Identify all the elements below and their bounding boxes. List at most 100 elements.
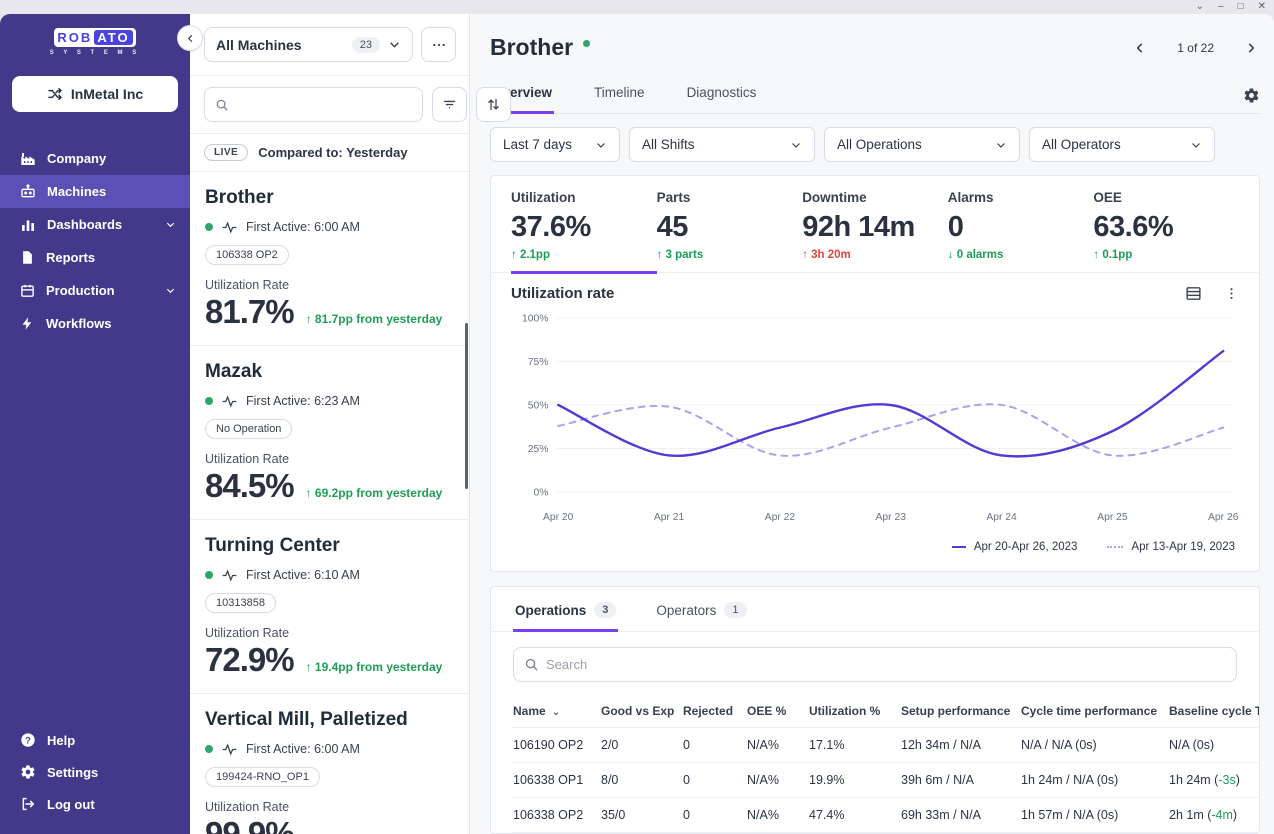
settings-gear-button[interactable]: [1243, 87, 1260, 113]
col-cycle-time-performance[interactable]: Cycle time performance: [1021, 695, 1169, 728]
shifts-value: All Shifts: [642, 137, 695, 152]
shifts-select[interactable]: All Shifts: [629, 127, 815, 162]
machine-card-turning-center[interactable]: Turning Center First Active: 6:10 AM 103…: [190, 520, 469, 694]
machine-list: Brother First Active: 6:00 AM 106338 OP2…: [190, 172, 469, 834]
table-row[interactable]: 106190 OP2 2/0 0 N/A% 17.1% 12h 34m / N/A N…: [513, 727, 1259, 763]
sidebar-item-company[interactable]: Company: [0, 142, 190, 175]
chevron-down-icon: [997, 142, 1005, 148]
kpi-downtime[interactable]: Downtime 92h 14m ↑ 3h 20m: [802, 176, 948, 274]
col-baseline-cycle-time[interactable]: Baseline cycle Time: [1169, 695, 1259, 728]
kpi-delta: ↑ 3 parts: [656, 249, 704, 261]
kpi-oee[interactable]: OEE 63.6% ↑ 0.1pp: [1093, 176, 1239, 274]
machine-card-mazak[interactable]: Mazak First Active: 6:23 AM No Operation…: [190, 346, 469, 520]
col-oee[interactable]: OEE %: [747, 695, 809, 728]
status-dot: [205, 745, 213, 753]
kpi-value: 0: [947, 211, 964, 243]
col-good-vs-exp[interactable]: Good vs Exp: [601, 695, 683, 728]
tab-operations[interactable]: Operations 3: [513, 587, 619, 632]
machine-list-more-button[interactable]: [421, 27, 456, 62]
robot-icon: [21, 183, 35, 197]
operation-tag: 106338 OP2: [205, 245, 289, 265]
date-range-select[interactable]: Last 7 days: [490, 127, 620, 162]
sidebar-item-label: Help: [47, 732, 76, 748]
window-maximize-button[interactable]: □: [1238, 2, 1244, 12]
tab-operators[interactable]: Operators 1: [654, 587, 748, 632]
activity-icon: [222, 568, 237, 582]
chevron-down-icon: [166, 288, 175, 294]
switch-icon: [48, 87, 62, 101]
sidebar-item-production[interactable]: Production: [0, 274, 190, 307]
sidebar-item-label: Settings: [47, 764, 99, 780]
operations-select[interactable]: All Operations: [824, 127, 1020, 162]
operations-value: All Operations: [837, 137, 922, 152]
kpi-row: Utilization 37.6% ↑ 2.1pp Parts 45 ↑ 3 p…: [491, 176, 1259, 274]
col-rejected[interactable]: Rejected: [683, 695, 747, 728]
kpi-label: Parts: [656, 190, 691, 205]
operations-search-input[interactable]: [546, 657, 1226, 672]
col-utilization[interactable]: Utilization %: [809, 695, 901, 728]
panel-collapse-button[interactable]: [177, 25, 203, 51]
chevron-down-icon: [792, 142, 800, 148]
first-active-text: First Active: 6:00 AM: [246, 742, 360, 756]
sidebar-item-workflows[interactable]: Workflows: [0, 307, 190, 340]
sidebar-item-help[interactable]: ? Help: [0, 724, 190, 756]
dashed-line-marker: [1107, 546, 1124, 548]
org-switcher-button[interactable]: InMetal Inc: [12, 76, 178, 112]
sidebar-item-settings[interactable]: Settings: [0, 756, 190, 788]
sidebar-item-logout[interactable]: Log out: [0, 788, 190, 820]
bar-chart-icon: [22, 219, 34, 231]
page-title: Brother: [490, 34, 574, 60]
table-row[interactable]: 106338 OP1 8/0 0 N/A% 19.9% 39h 6m / N/A 1h…: [513, 762, 1259, 798]
sort-button[interactable]: [476, 87, 511, 122]
table-icon: [1186, 287, 1201, 300]
operators-select[interactable]: All Operators: [1029, 127, 1215, 162]
baseline-delta: 0s: [1196, 738, 1210, 752]
chevron-left-icon: [1136, 42, 1143, 53]
next-machine-button[interactable]: [1242, 39, 1260, 57]
chevron-down-icon: [166, 222, 175, 228]
date-range-value: Last 7 days: [503, 137, 573, 152]
factory-icon: [21, 152, 35, 165]
legend-previous-week[interactable]: Apr 13-Apr 19, 2023: [1107, 541, 1235, 553]
machine-card-brother[interactable]: Brother First Active: 6:00 AM 106338 OP2…: [190, 172, 469, 346]
status-dot: [205, 223, 213, 231]
main-content: Brother 1 of 22 Overview Timeline Diagno…: [470, 14, 1274, 834]
window-minimize-button[interactable]: –: [1218, 2, 1224, 12]
kpi-alarms[interactable]: Alarms 0 ↓ 0 alarms: [948, 176, 1094, 274]
sidebar-item-machines[interactable]: Machines: [0, 175, 190, 208]
svg-text:25%: 25%: [528, 444, 549, 455]
sidebar-item-reports[interactable]: Reports: [0, 241, 190, 274]
legend-label: Apr 20-Apr 26, 2023: [973, 541, 1078, 553]
operations-search-box: [513, 647, 1237, 682]
machine-search-input[interactable]: [236, 97, 412, 112]
col-name[interactable]: Name ⌄: [513, 695, 601, 728]
window-collapse-button[interactable]: ⌄: [1196, 2, 1204, 12]
operations-tabs: Operations 3 Operators 1: [491, 587, 1259, 632]
legend-current-week[interactable]: Apr 20-Apr 26, 2023: [951, 541, 1078, 553]
sidebar-item-dashboards[interactable]: Dashboards: [0, 208, 190, 241]
kpi-value: 45: [656, 211, 689, 243]
kpi-label: Alarms: [947, 190, 994, 205]
table-view-button[interactable]: [1185, 285, 1202, 302]
svg-text:50%: 50%: [528, 400, 549, 411]
machine-card-vertical-mill[interactable]: Vertical Mill, Palletized First Active: …: [190, 694, 469, 834]
tab-label: Operators: [656, 602, 717, 618]
window-close-button[interactable]: ✕: [1258, 2, 1266, 12]
logout-icon: [22, 797, 35, 811]
tab-timeline[interactable]: Timeline: [592, 77, 647, 114]
svg-text:Apr 25: Apr 25: [1097, 512, 1128, 523]
kpi-utilization[interactable]: Utilization 37.6% ↑ 2.1pp: [511, 176, 657, 274]
utilization-rate-value: 99.9%: [205, 815, 295, 834]
table-row[interactable]: 106338 OP2 35/0 0 N/A% 47.4% 69h 33m / N/A …: [513, 797, 1259, 833]
svg-text:?: ?: [25, 735, 31, 745]
tab-diagnostics[interactable]: Diagnostics: [685, 77, 759, 114]
filter-button[interactable]: [432, 87, 467, 122]
operation-tag: No Operation: [205, 419, 293, 439]
machine-group-select[interactable]: All Machines 23: [204, 27, 413, 62]
scrollbar-thumb[interactable]: [465, 323, 468, 489]
prev-machine-button[interactable]: [1131, 39, 1149, 57]
gear-icon: [21, 765, 35, 779]
chart-menu-button[interactable]: [1224, 286, 1239, 301]
kpi-parts[interactable]: Parts 45 ↑ 3 parts: [657, 176, 803, 274]
col-setup-performance[interactable]: Setup performance: [901, 695, 1021, 728]
